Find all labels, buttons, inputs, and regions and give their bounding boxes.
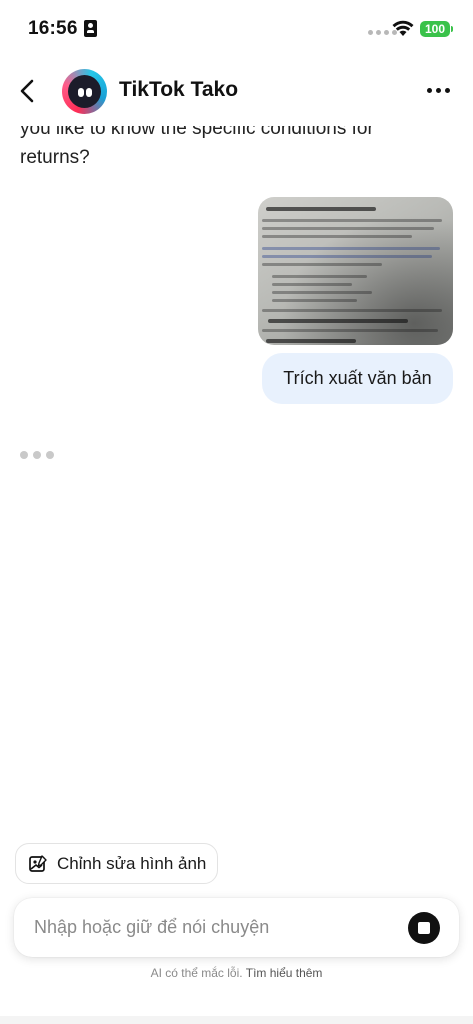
edit-image-button[interactable]: Chỉnh sửa hình ảnh <box>15 843 218 884</box>
disclaimer-text: AI có thể mắc lỗi. <box>150 966 243 980</box>
chevron-left-icon <box>20 79 34 103</box>
edit-image-label: Chỉnh sửa hình ảnh <box>57 853 207 873</box>
learn-more-link[interactable]: Tìm hiểu thêm <box>246 966 323 980</box>
wifi-icon <box>392 20 414 36</box>
user-message-bubble: Trích xuất văn bản <box>262 353 453 404</box>
status-bar: 16:56 100 <box>0 0 473 56</box>
ai-disclaimer: AI có thể mắc lỗi. Tìm hiểu thêm <box>0 966 473 980</box>
more-options-button[interactable] <box>422 80 454 100</box>
status-time: 16:56 <box>28 18 78 39</box>
bot-avatar[interactable] <box>62 69 107 114</box>
stop-generating-button[interactable] <box>408 912 440 944</box>
chat-title[interactable]: TikTok Tako <box>119 78 238 102</box>
message-input-bar <box>14 898 459 957</box>
battery-indicator: 100 <box>420 21 453 37</box>
chat-header: TikTok Tako <box>0 56 473 126</box>
back-button[interactable] <box>12 74 42 108</box>
message-input[interactable] <box>34 908 394 947</box>
image-edit-icon <box>29 854 47 872</box>
home-indicator-area <box>0 1016 473 1024</box>
user-image-attachment[interactable] <box>258 197 453 345</box>
ellipsis-icon <box>426 87 432 93</box>
user-message-text: Trích xuất văn bản <box>283 368 432 388</box>
contact-card-icon <box>84 20 97 37</box>
typing-indicator <box>20 451 54 459</box>
